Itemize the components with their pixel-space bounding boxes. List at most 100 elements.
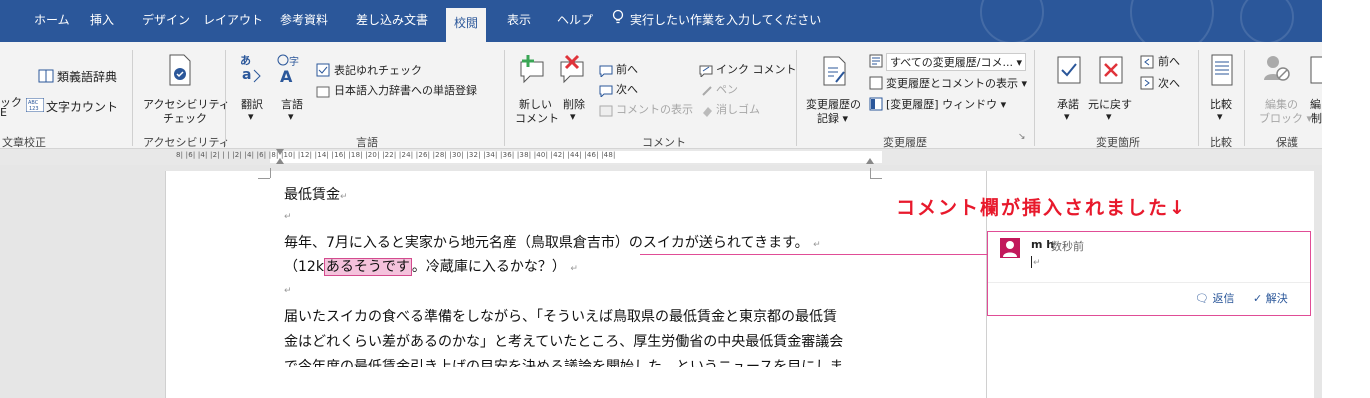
pen-icon [701,82,713,101]
group-label-accessibility: アクセシビリティ [143,136,230,149]
svg-text:a: a [242,67,251,83]
restrict-editing-label-2: 制 [1311,112,1322,125]
ribbon-review: 類義語辞典 ック E ABC 123 文字カウント 文章校正 アクセシビリティ チ… [0,42,1322,149]
margin-corner-mark [870,178,882,179]
pen-button[interactable]: ペン [716,81,738,97]
spelling-variants-button[interactable]: 表記ゆれチェック [334,62,422,78]
right-indent-marker[interactable] [866,158,874,164]
spelling-cut-label-2[interactable]: E [0,106,7,119]
group-divider [504,50,505,146]
resolve-button[interactable]: ✓ 解決 [1253,290,1288,306]
tab-review[interactable]: 校閲 [446,8,487,42]
ime-register-button[interactable]: 日本語入力辞書への単語登録 [334,82,477,98]
show-comments-button[interactable]: コメントの表示 [616,101,693,117]
spelling-variants-icon [316,62,330,81]
document-line[interactable]: 届いたスイカの食べる準備をしながら、「そういえば鳥取県の最低賃金と東京都の最低賃 [284,306,837,326]
comment-connector-line [640,254,987,255]
group-divider [132,50,133,146]
svg-text:あ: あ [240,54,251,67]
language-dropdown-icon[interactable]: ▾ [288,110,294,123]
accept-icon [1057,56,1081,88]
ruler-ticks: 8| |6| |4| |2| | | |2| |4| |6| |8| |10| … [176,151,616,159]
eraser-icon [701,102,713,121]
resolve-icon: ✓ [1253,292,1263,305]
thesaurus-button[interactable]: 類義語辞典 [57,68,117,85]
decorative-circle [1130,0,1214,42]
tab-references[interactable]: 参考資料 [280,0,328,42]
delete-dropdown-icon[interactable]: ▾ [570,110,576,123]
language-icon: 字A [276,54,302,88]
tab-view[interactable]: 表示 [507,0,531,42]
group-divider [1198,50,1199,146]
group-divider [225,50,226,146]
document-line[interactable]: で今年度の最低賃金引き上げの目安を決める議論を開始した、というニュースを目にしま [284,356,843,367]
decorative-circle [1240,0,1294,42]
restrict-editing-icon [1310,56,1322,88]
group-divider [796,50,797,146]
horizontal-ruler[interactable]: 8| |6| |4| |2| | | |2| |4| |6| |8| |10| … [0,149,1322,165]
decorative-circle [980,0,1044,42]
document-line[interactable]: （12k あるそうです 。冷蔵庫に入るかな？） ↵ [284,256,578,276]
block-authors-label-2: ブロック ▾ [1259,112,1313,125]
group-label-language: 言語 [356,136,378,149]
document-heading[interactable]: 最低賃金↵ [284,184,348,204]
previous-comment-icon [599,62,613,81]
window-edge [1322,0,1370,398]
track-changes-icon [822,56,848,90]
first-line-indent-marker[interactable] [276,149,284,155]
tell-me-text: 実行したい作業を入力してください [630,13,822,27]
document-line[interactable]: 金はどれくらい差があるのかな」と考えていたところ、厚生労働省の中央最低賃金審議会 [284,331,843,351]
previous-change-icon [1140,54,1154,73]
next-comment-icon [599,82,613,101]
accept-dropdown-icon[interactable]: ▾ [1064,110,1070,123]
previous-change-button[interactable]: 前へ [1158,53,1180,69]
margin-corner-mark [270,168,271,178]
eraser-button[interactable]: 消しゴム [716,101,760,117]
compare-icon [1211,54,1233,90]
track-changes-label-2: 記録 ▾ [817,112,849,125]
tab-design[interactable]: デザイン [142,0,190,42]
reviewing-pane-icon [869,96,883,115]
reviewing-pane-button[interactable]: [変更履歴] ウィンドウ ▾ [886,96,1006,112]
dialog-launcher-icon[interactable]: ↘ [1018,132,1026,142]
reject-icon [1099,56,1123,88]
group-divider [1244,50,1245,146]
ime-register-icon [316,83,330,102]
tab-home[interactable]: ホーム [34,0,70,42]
comment-divider [988,282,1310,283]
tab-insert[interactable]: 挿入 [90,0,114,42]
comment-text-cursor[interactable] [1031,256,1032,268]
commented-text-highlight[interactable]: あるそうです [323,258,412,276]
group-divider [1034,50,1035,146]
svg-text:123: 123 [29,106,39,112]
accessibility-check-icon [167,54,193,90]
ink-comment-button[interactable]: インク コメント [716,61,797,77]
previous-comment-button[interactable]: 前へ [616,61,638,77]
group-label-compare: 比較 [1210,136,1232,149]
reply-button[interactable]: 🗨 返信 [1195,290,1234,306]
new-comment-icon [518,54,548,88]
next-change-button[interactable]: 次へ [1158,75,1180,91]
tab-mailings[interactable]: 差し込み文書 [356,0,428,42]
word-count-button[interactable]: 文字カウント [46,98,118,115]
tell-me-box[interactable]: 実行したい作業を入力してください [612,0,821,42]
paragraph-mark: ↵ [1033,258,1041,268]
reject-dropdown-icon[interactable]: ▾ [1106,110,1112,123]
document-line[interactable]: 毎年、7月に入ると実家から地元名産（鳥取県倉吉市）のスイカが送られてきます。 ↵ [284,232,821,252]
show-markup-button[interactable]: 変更履歴とコメントの表示 ▾ [886,75,1027,91]
lightbulb-icon [612,1,624,41]
word-count-icon: ABC 123 [25,97,45,116]
tab-layout[interactable]: レイアウト [203,0,263,42]
reply-icon: 🗨 [1195,292,1209,305]
comment-time: 数秒前 [1051,240,1084,253]
accessibility-check-label-2: チェック [163,112,207,125]
avatar [1000,238,1020,258]
annotation-callout: コメント欄が挿入されました↓ [896,197,1187,219]
hanging-indent-marker[interactable] [276,158,284,164]
next-comment-button[interactable]: 次へ [616,81,638,97]
markup-display-dropdown[interactable]: すべての変更履歴/コメ... ▾ [886,53,1027,71]
compare-dropdown-icon[interactable]: ▾ [1217,110,1223,123]
tab-help[interactable]: ヘルプ [557,0,593,42]
new-comment-label-2: コメント [515,112,559,125]
translate-dropdown-icon[interactable]: ▾ [248,110,254,123]
